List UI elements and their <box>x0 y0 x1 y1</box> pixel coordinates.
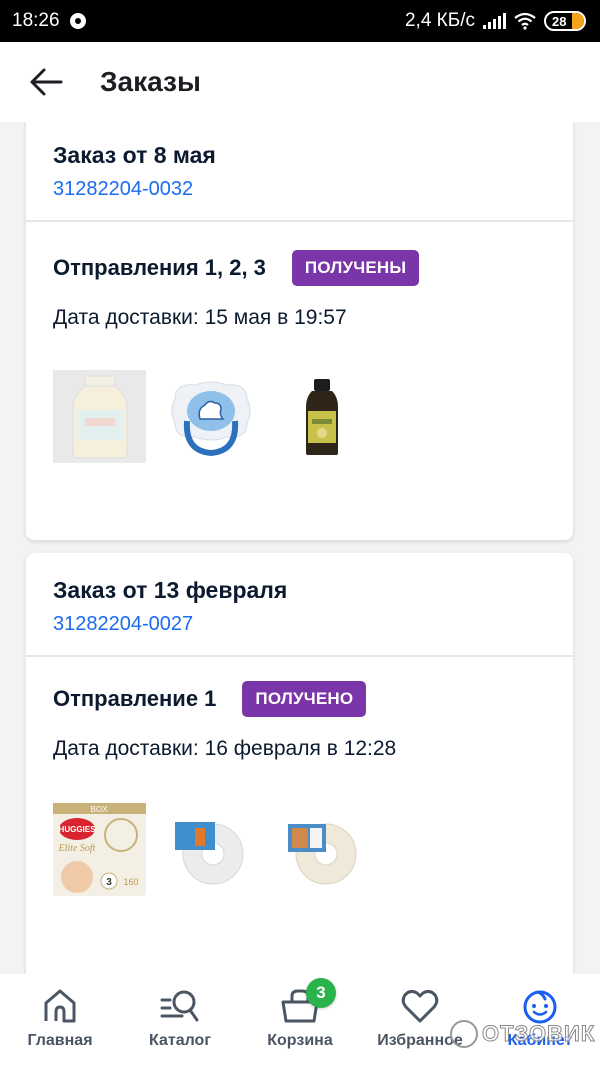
order-number-link[interactable]: 31282204-0027 <box>53 613 193 636</box>
delivery-date: Дата доставки: 16 февраля в 12:28 <box>53 737 397 760</box>
tab-label: Корзина <box>267 1032 333 1049</box>
cream-jar-image <box>72 375 127 458</box>
product-thumbnails <box>53 370 368 463</box>
wifi-icon <box>514 12 536 30</box>
pacifier-image <box>171 381 250 456</box>
battery-level: 28 <box>552 13 567 29</box>
shipment-title: Отправления 1, 2, 3 <box>53 255 266 280</box>
order-number-link[interactable]: 31282204-0032 <box>53 178 193 201</box>
tab-catalog[interactable]: Каталог <box>120 974 240 1066</box>
product-thumb-tape-roll[interactable] <box>275 803 368 896</box>
medicine-bottle-image <box>305 378 338 455</box>
product-thumb-tape-roll[interactable] <box>164 803 257 896</box>
product-thumb-medicine-bottle[interactable] <box>275 370 368 463</box>
order-card[interactable]: Заказ от 8 мая 31282204-0032 Отправления… <box>26 122 573 540</box>
signal-icon <box>483 13 506 29</box>
network-speed: 2,4 КБ/с <box>404 10 475 31</box>
pack-size: 3 <box>106 877 112 888</box>
home-icon <box>44 989 76 1023</box>
pack-box-label: BOX <box>91 805 109 814</box>
pack-count: 160 <box>123 877 138 887</box>
order-card[interactable]: Заказ от 13 февраля 31282204-0027 Отправ… <box>26 553 573 974</box>
order-title: Заказ от 8 мая <box>53 142 216 168</box>
status-badge: ПОЛУЧЕНЫ <box>291 250 420 286</box>
notification-icon <box>69 13 86 29</box>
shipment-row: Отправления 1, 2, 3 ПОЛУЧЕНЫ <box>53 250 420 286</box>
product-thumbnails: BOX HUGGIES Elite Soft 3 160 <box>53 803 368 896</box>
tab-label: Главная <box>27 1032 93 1049</box>
tape-roll-image <box>287 823 356 884</box>
tab-cart[interactable]: 3 Корзина <box>240 974 360 1066</box>
product-thumb-diapers[interactable]: BOX HUGGIES Elite Soft 3 160 <box>53 803 146 896</box>
app-bar: Заказы <box>0 42 600 122</box>
pack-line: Elite Soft <box>58 843 96 854</box>
order-header: Заказ от 8 мая 31282204-0032 <box>26 122 573 222</box>
tab-label: Каталог <box>149 1032 211 1049</box>
tab-account[interactable]: Кабинет <box>480 974 600 1066</box>
product-thumb-pacifier[interactable] <box>164 370 257 463</box>
status-bar: 18:26 2,4 КБ/с 28 <box>0 0 600 42</box>
shipment-row: Отправление 1 ПОЛУЧЕНО <box>53 681 367 717</box>
tab-home[interactable]: Главная <box>0 974 120 1066</box>
tape-roll-image <box>174 821 243 884</box>
baby-face-icon <box>523 990 557 1024</box>
status-badge: ПОЛУЧЕНО <box>242 681 367 717</box>
order-title: Заказ от 13 февраля <box>53 577 288 603</box>
order-header: Заказ от 13 февраля 31282204-0027 <box>26 553 573 657</box>
catalog-search-icon <box>160 990 199 1022</box>
tab-label: Кабинет <box>507 1032 573 1049</box>
pack-brand: HUGGIES <box>59 825 97 834</box>
tab-label: Избранное <box>377 1032 463 1049</box>
tab-favorites[interactable]: Избранное <box>360 974 480 1066</box>
orders-list[interactable]: Заказ от 8 мая 31282204-0032 Отправления… <box>0 122 600 974</box>
cart-count-badge: 3 <box>306 978 336 1008</box>
heart-icon <box>401 989 439 1023</box>
delivery-date: Дата доставки: 15 мая в 19:57 <box>53 306 347 329</box>
product-thumb-cream-jar[interactable] <box>53 370 146 463</box>
diapers-pack-image: BOX HUGGIES Elite Soft 3 160 <box>53 803 146 896</box>
battery-icon: 28 <box>544 11 586 31</box>
arrow-left-icon <box>30 68 63 96</box>
back-button[interactable] <box>28 64 64 100</box>
shipment-title: Отправление 1 <box>53 686 217 711</box>
page-title: Заказы <box>100 66 201 97</box>
bottom-navigation: Главная Каталог 3 Корзина Избранное Каби… <box>0 974 600 1066</box>
clock: 18:26 <box>12 10 60 31</box>
